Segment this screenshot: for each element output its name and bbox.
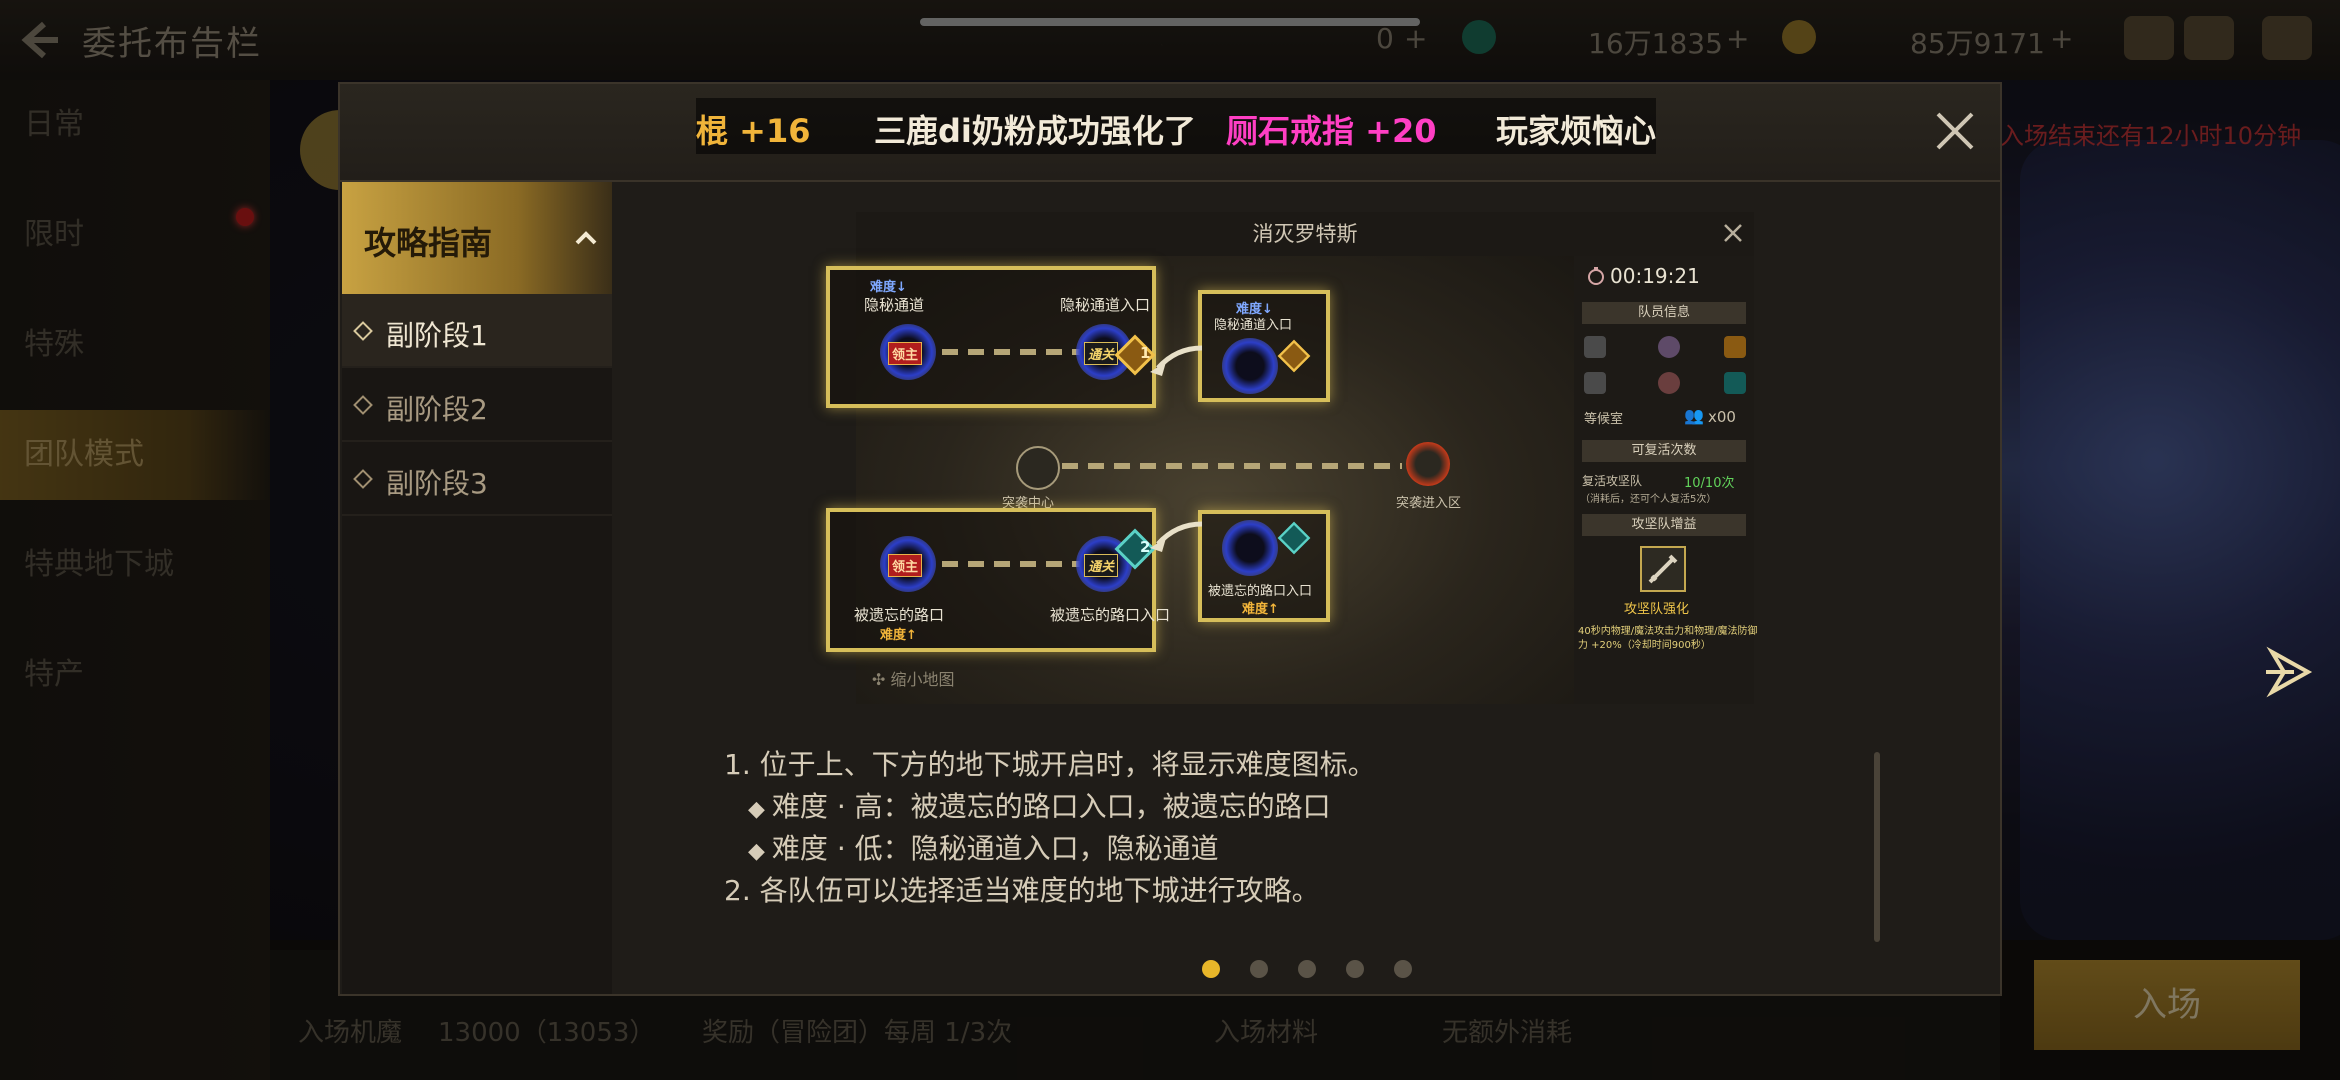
- dungeon-name-label: 被遗忘的路口: [854, 606, 945, 624]
- revive-count: 10/10次: [1684, 476, 1735, 491]
- path-line: [942, 561, 1082, 567]
- difficulty-high-label: 难度↑: [880, 628, 917, 643]
- tile-forgotten-entry: 被遗忘的路口入口 难度↑: [1198, 510, 1330, 622]
- close-icon[interactable]: [1930, 106, 1980, 156]
- sidebar-item-stage-1[interactable]: 副阶段1: [342, 294, 612, 368]
- guide-image-title: 消灭罗特斯: [856, 212, 1754, 256]
- broadcast-marquee: 棍 +16 三鹿di奶粉成功强化了 厕石戒指 +20 玩家烦恼心事: [696, 98, 1656, 154]
- buff-name: 攻坚队强化: [1624, 602, 1690, 617]
- difficulty-badge-2-icon: [1277, 521, 1311, 555]
- diamond-bullet-icon: [353, 395, 373, 415]
- page-dot-4[interactable]: [1346, 960, 1364, 978]
- description-line-3: ◆ 难度 · 低：隐秘通道入口，隐秘通道: [748, 828, 1219, 873]
- marquee-text-1: 棍 +16: [696, 112, 811, 150]
- dungeon-name-label: 隐秘通道: [864, 296, 925, 314]
- diamond-bullet-icon: ◆: [748, 839, 772, 864]
- path-line: [942, 349, 1082, 355]
- difficulty-badge-1-icon: [1277, 339, 1311, 373]
- guide-section-title: 攻略指南: [364, 224, 493, 262]
- waiting-room-label: 等候室: [1584, 412, 1624, 427]
- people-icon: 👥: [1684, 406, 1704, 425]
- guide-image: 消灭罗特斯 难度↓ 隐秘通道 隐秘通道入口 领主 通关 1 难度↓ 隐秘通道入口: [826, 212, 1758, 704]
- guide-sidebar: 攻略指南 副阶段1 副阶段2 副阶段3: [342, 182, 612, 994]
- description-line-4: 2. 各队伍可以选择适当难度的地下城进行攻略。: [724, 874, 1320, 907]
- difficulty-badge-1-icon: [1724, 336, 1746, 358]
- raid-timer: 00:19:21: [1610, 264, 1700, 288]
- dungeon-name-label: 隐秘通道入口: [1060, 296, 1151, 314]
- page-dot-1[interactable]: [1202, 960, 1220, 978]
- sword-buff-icon: [1640, 546, 1686, 592]
- sidebar-item-label: 副阶段2: [386, 393, 488, 426]
- sidebar-item-stage-3[interactable]: 副阶段3: [342, 442, 612, 516]
- tile-hidden-passage: 难度↓ 隐秘通道 隐秘通道入口 领主 通关 1: [826, 266, 1156, 408]
- description-line-1: 1. 位于上、下方的地下城开启时，将显示难度图标。: [724, 748, 1376, 781]
- page-dot-2[interactable]: [1250, 960, 1268, 978]
- modal-header: 棍 +16 三鹿di奶粉成功强化了 厕石戒指 +20 玩家烦恼心事: [340, 84, 2000, 182]
- buff-header: 攻坚队增益: [1582, 514, 1746, 536]
- member-slot-icon: [1584, 336, 1606, 358]
- difficulty-high-label: 难度↑: [1242, 602, 1279, 617]
- boss-tag: 领主: [888, 554, 923, 577]
- revive-label: 复活攻坚队: [1582, 474, 1643, 488]
- revive-note: （消耗后，还可个人复活5次）: [1580, 494, 1717, 505]
- raid-hud-panel: 00:19:21 队员信息 等候室 👥 x00 可复活次数 复活攻坚队 10/1…: [1574, 256, 1758, 704]
- page-dot-3[interactable]: [1298, 960, 1316, 978]
- waiting-count: x00: [1708, 408, 1736, 426]
- dungeon-name-label: 被遗忘的路口入口: [1050, 606, 1171, 624]
- shrink-map-button[interactable]: ✣ 缩小地图: [872, 666, 955, 690]
- sidebar-item-stage-2[interactable]: 副阶段2: [342, 368, 612, 442]
- diamond-bullet-icon: [353, 469, 373, 489]
- marquee-text-3: 厕石戒指 +20: [1226, 112, 1437, 150]
- description-line-2: ◆ 难度 · 高：被遗忘的路口入口，被遗忘的路口: [748, 786, 1331, 831]
- raid-entry-icon: [1406, 442, 1450, 486]
- difficulty-low-label: 难度↓: [870, 280, 907, 295]
- buff-description-1: 40秒内物理/魔法攻击力和物理/魔法防御: [1578, 626, 1758, 637]
- tile-forgotten-crossroad: 领主 通关 2 被遗忘的路口 难度↑ 被遗忘的路口入口: [826, 508, 1170, 652]
- raid-center-icon: [1016, 446, 1060, 490]
- chevron-up-icon: [575, 231, 597, 245]
- diamond-bullet-icon: ◆: [748, 797, 772, 822]
- path-line: [1062, 463, 1402, 469]
- dungeon-name-label: 隐秘通道入口: [1214, 318, 1293, 333]
- member-avatar: [1658, 336, 1680, 358]
- clear-tag: 通关: [1084, 554, 1119, 577]
- buff-description-2: 力 +20%（冷却时间900秒）: [1578, 640, 1711, 651]
- description-line-3-text: 难度 · 低：隐秘通道入口，隐秘通道: [771, 832, 1219, 865]
- shrink-icon: ✣: [872, 670, 891, 689]
- difficulty-badge-2-icon: [1724, 372, 1746, 394]
- revive-header: 可复活次数: [1582, 440, 1746, 462]
- member-avatar: [1658, 372, 1680, 394]
- team-info-header: 队员信息: [1582, 302, 1746, 324]
- guide-section-header[interactable]: 攻略指南: [342, 182, 612, 294]
- page-indicator: [1202, 960, 1422, 980]
- description-line-2-text: 难度 · 高：被遗忘的路口入口，被遗忘的路口: [771, 790, 1331, 823]
- diamond-bullet-icon: [353, 321, 373, 341]
- dungeon-map: 难度↓ 隐秘通道 隐秘通道入口 领主 通关 1 难度↓ 隐秘通道入口 突袭中心 …: [826, 256, 1574, 704]
- dungeon-portal-icon: [1222, 338, 1278, 394]
- boss-tag: 领主: [888, 342, 923, 365]
- close-icon: [1724, 224, 1742, 242]
- dungeon-portal-icon: [1222, 520, 1278, 576]
- next-page-arrow-icon[interactable]: [2264, 646, 2316, 698]
- tile-hidden-entry: 难度↓ 隐秘通道入口: [1198, 290, 1330, 402]
- marquee-text-2: 三鹿di奶粉成功强化了: [874, 112, 1196, 150]
- direction-arrow-icon: [1150, 521, 1203, 552]
- dungeon-name-label: 被遗忘的路口入口: [1208, 584, 1313, 599]
- stopwatch-icon: [1588, 267, 1604, 285]
- description-scrollbar[interactable]: [1874, 752, 1880, 942]
- page-dot-5[interactable]: [1394, 960, 1412, 978]
- sidebar-item-label: 副阶段3: [386, 467, 488, 500]
- clear-tag: 通关: [1084, 342, 1119, 365]
- marquee-text-4: 玩家烦恼心事: [1496, 112, 1656, 150]
- raid-entry-label: 突袭进入区: [1396, 496, 1462, 511]
- shrink-map-label: 缩小地图: [890, 670, 955, 689]
- direction-arrow-icon: [1150, 345, 1203, 376]
- member-slot-icon: [1584, 372, 1606, 394]
- sidebar-item-label: 副阶段1: [386, 319, 488, 352]
